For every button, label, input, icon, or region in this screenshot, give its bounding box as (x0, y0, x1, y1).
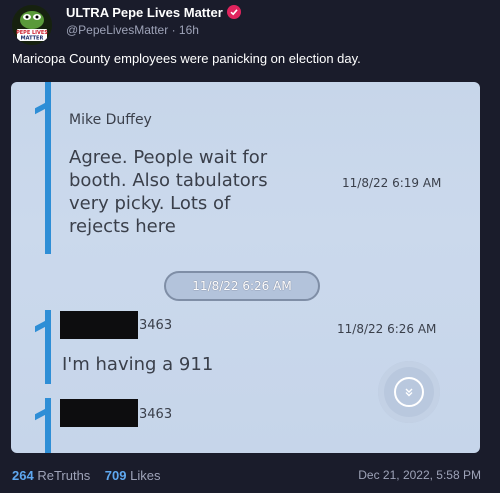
author-name-text[interactable]: ULTRA Pepe Lives Matter (66, 5, 223, 20)
date-separator-pill: 11/8/22 6:26 AM (164, 271, 320, 301)
retruths-label[interactable]: ReTruths (37, 468, 90, 483)
pepe-avatar-image: PEPE LIVES MATTER (12, 5, 52, 45)
redaction-box (60, 311, 138, 339)
scroll-down-button (378, 361, 440, 423)
chevron-double-down-icon (394, 377, 424, 407)
svg-text:MATTER: MATTER (21, 36, 44, 42)
author-handle[interactable]: @PepeLivesMatter (66, 23, 168, 37)
author-display-name[interactable]: ULTRA Pepe Lives Matter (66, 5, 241, 20)
message-body: I'm having a 911 (62, 354, 214, 375)
post-time-ago[interactable]: 16h (179, 23, 199, 37)
verified-badge-icon (226, 5, 241, 19)
avatar[interactable]: PEPE LIVES MATTER (12, 5, 52, 45)
retruths-count[interactable]: 264 (12, 468, 34, 483)
post-date: Dec 21, 2022, 5:58 PM (358, 468, 481, 482)
post-media-image[interactable]: Mike Duffey Agree. People wait for booth… (11, 82, 480, 453)
message-timestamp: 11/8/22 6:26 AM (337, 322, 437, 336)
post-stats: 264 ReTruths 709 Likes (12, 468, 160, 483)
message-sender-suffix: 3463 (139, 318, 173, 333)
message-body: Agree. People wait for booth. Also tabul… (69, 147, 268, 237)
likes-count[interactable]: 709 (105, 468, 127, 483)
message-sender: Mike Duffey (69, 112, 152, 128)
post-card: PEPE LIVES MATTER ULTRA Pepe Lives Matte… (0, 0, 500, 493)
separator-dot: · (171, 23, 179, 37)
likes-label[interactable]: Likes (130, 468, 160, 483)
redaction-box (60, 399, 138, 427)
message-timestamp: 11/8/22 6:19 AM (342, 176, 442, 190)
author-handle-line: @PepeLivesMatter · 16h (66, 23, 199, 37)
post-text: Maricopa County employees were panicking… (12, 51, 361, 66)
message-sender-suffix: 3463 (139, 407, 173, 422)
